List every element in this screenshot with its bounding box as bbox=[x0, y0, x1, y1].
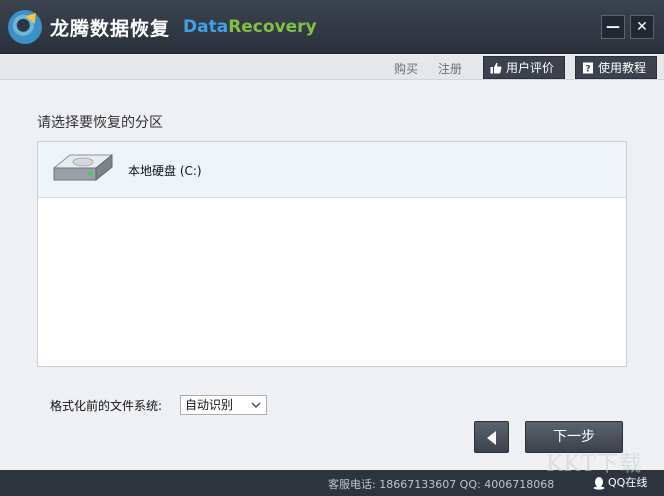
svg-text:?: ? bbox=[585, 65, 590, 75]
qq-penguin-icon bbox=[593, 477, 605, 490]
register-link[interactable]: 注册 bbox=[438, 60, 462, 77]
user-review-button[interactable]: 用户评价 bbox=[483, 56, 565, 79]
filesystem-label: 格式化前的文件系统: bbox=[50, 399, 163, 413]
buy-link[interactable]: 购买 bbox=[394, 60, 418, 77]
section-title: 请选择要恢复的分区 bbox=[37, 115, 163, 131]
filesystem-select-value: 自动识别 bbox=[185, 398, 234, 412]
hard-drive-icon bbox=[53, 153, 113, 182]
minimize-button[interactable]: — bbox=[601, 15, 625, 39]
contact-info: 客服电话: 18667133607 QQ: 4006718068 bbox=[328, 478, 555, 491]
help-doc-icon: ? bbox=[583, 62, 593, 75]
thumbs-up-icon bbox=[490, 62, 502, 74]
brand-name: DataRecovery bbox=[183, 17, 317, 37]
title-bar: 龙腾数据恢复 DataRecovery — ✕ bbox=[0, 0, 664, 54]
back-button[interactable] bbox=[474, 421, 509, 453]
app-logo-icon bbox=[8, 10, 42, 44]
user-review-label: 用户评价 bbox=[506, 61, 555, 75]
close-button[interactable]: ✕ bbox=[630, 15, 654, 39]
partition-label: 本地硬盘 (C:) bbox=[128, 164, 202, 178]
brand-part-data: Data bbox=[183, 17, 229, 37]
app-title: 龙腾数据恢复 bbox=[50, 18, 171, 40]
partition-row-c[interactable]: 本地硬盘 (C:) bbox=[38, 142, 626, 198]
top-toolbar: 购买 注册 用户评价 ? 使用教程 bbox=[0, 55, 664, 80]
filesystem-select[interactable]: 自动识别 bbox=[180, 395, 267, 415]
arrow-left-icon bbox=[487, 431, 496, 445]
chevron-down-icon bbox=[251, 402, 261, 408]
tutorial-label: 使用教程 bbox=[598, 61, 647, 75]
brand-part-recovery: Recovery bbox=[228, 17, 317, 37]
watermark-text: KKT下载 bbox=[546, 452, 643, 477]
partition-list: 本地硬盘 (C:) bbox=[37, 141, 627, 367]
tutorial-button[interactable]: ? 使用教程 bbox=[575, 56, 657, 79]
